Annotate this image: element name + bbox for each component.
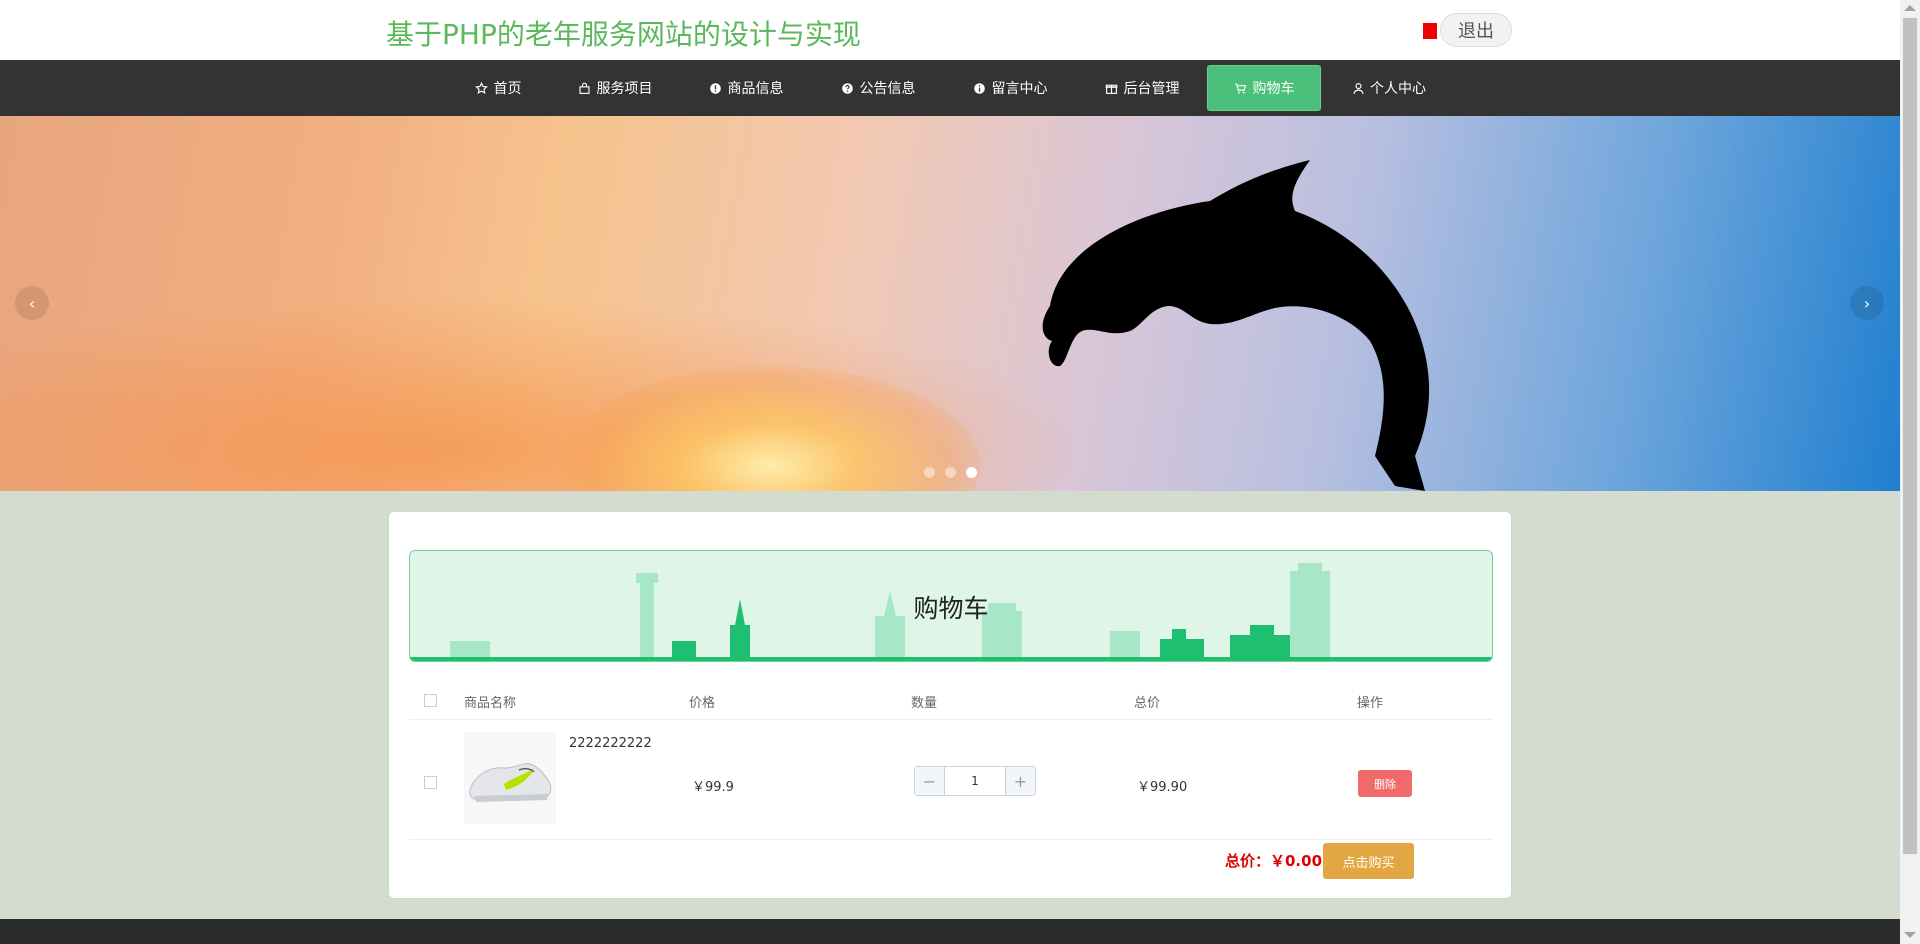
nav-item-announcements[interactable]: 公告信息 [838, 65, 918, 111]
nav-label: 个人中心 [1370, 81, 1426, 97]
user-icon [1352, 81, 1365, 95]
nav-label: 留言中心 [991, 81, 1048, 97]
nav-label: 公告信息 [859, 81, 916, 97]
delete-button[interactable]: 删除 [1358, 770, 1412, 797]
nav-label: 服务项目 [596, 81, 653, 97]
nav-item-home[interactable]: 首页 [468, 65, 528, 111]
dolphin-silhouette [1042, 160, 1430, 491]
carousel-dot[interactable] [945, 467, 956, 478]
header: 基于PHP的老年服务网站的设计与实现 退出 [0, 0, 1900, 60]
quantity-decrease-button[interactable]: − [915, 767, 945, 795]
nav-label: 首页 [493, 81, 522, 97]
shoe-image [469, 763, 552, 802]
bag-icon [578, 81, 592, 95]
logout-button[interactable]: 退出 [1440, 13, 1512, 47]
quantity-stepper: − + [914, 766, 1036, 796]
carousel-dot-active[interactable] [966, 467, 977, 478]
column-header-action: 操作 [1357, 696, 1384, 711]
page-scrollbar[interactable] [1900, 0, 1920, 944]
cart-card: 购物车 商品名称 价格 数量 总价 操作 2222222222 ￥99.9 − … [388, 511, 1512, 899]
info-circle-icon [709, 81, 723, 95]
info-circle-icon [973, 81, 987, 95]
cart-title-banner: 购物车 [409, 550, 1493, 662]
cart-total: 总价：￥0.00 [1225, 852, 1323, 870]
carousel-dot[interactable] [924, 467, 935, 478]
cart-table-header: 商品名称 价格 数量 总价 操作 [409, 680, 1493, 720]
flag-icon [1423, 23, 1437, 39]
cart-item-row: 2222222222 ￥99.9 − + ￥99.90 删除 [409, 722, 1493, 840]
cart-icon [1234, 81, 1248, 95]
item-checkbox[interactable] [424, 776, 437, 789]
product-image[interactable] [464, 732, 556, 824]
column-header-subtotal: 总价 [1134, 696, 1161, 711]
banner-next-button[interactable]: › [1850, 286, 1884, 320]
cart-title: 购物车 [913, 594, 989, 623]
site-title: 基于PHP的老年服务网站的设计与实现 [386, 18, 861, 51]
item-subtotal: ￥99.90 [1137, 780, 1188, 795]
column-header-price: 价格 [689, 696, 716, 711]
banner-carousel: ‹ › [0, 116, 1900, 491]
quantity-input[interactable] [945, 767, 1005, 795]
nav-item-admin[interactable]: 后台管理 [1102, 65, 1182, 111]
nav-item-services[interactable]: 服务项目 [575, 65, 655, 111]
star-icon [475, 81, 489, 95]
nav-item-products[interactable]: 商品信息 [706, 65, 786, 111]
scroll-down-arrow[interactable] [1904, 932, 1916, 938]
carousel-dots [924, 467, 977, 478]
nav-label: 购物车 [1252, 81, 1295, 97]
nav-label: 商品信息 [727, 81, 784, 97]
quantity-increase-button[interactable]: + [1005, 767, 1035, 795]
main-nav: 首页 服务项目 商品信息 公告信息 留言中心 后台管理 购物车 个人中心 [0, 60, 1900, 116]
buy-button[interactable]: 点击购买 [1323, 843, 1414, 879]
product-price: ￥99.9 [692, 780, 734, 795]
column-header-name: 商品名称 [464, 696, 517, 711]
question-circle-icon [841, 81, 855, 95]
product-name[interactable]: 2222222222 [569, 736, 652, 751]
footer [0, 919, 1900, 944]
nav-label: 后台管理 [1123, 81, 1180, 97]
scroll-thumb[interactable] [1903, 18, 1917, 854]
nav-item-cart[interactable]: 购物车 [1207, 65, 1321, 111]
select-all-checkbox[interactable] [424, 694, 437, 707]
gift-icon [1105, 81, 1119, 95]
nav-item-messages[interactable]: 留言中心 [970, 65, 1050, 111]
nav-item-profile[interactable]: 个人中心 [1352, 65, 1426, 111]
banner-prev-button[interactable]: ‹ [15, 286, 49, 320]
column-header-quantity: 数量 [911, 696, 938, 711]
scroll-up-arrow[interactable] [1904, 5, 1916, 11]
